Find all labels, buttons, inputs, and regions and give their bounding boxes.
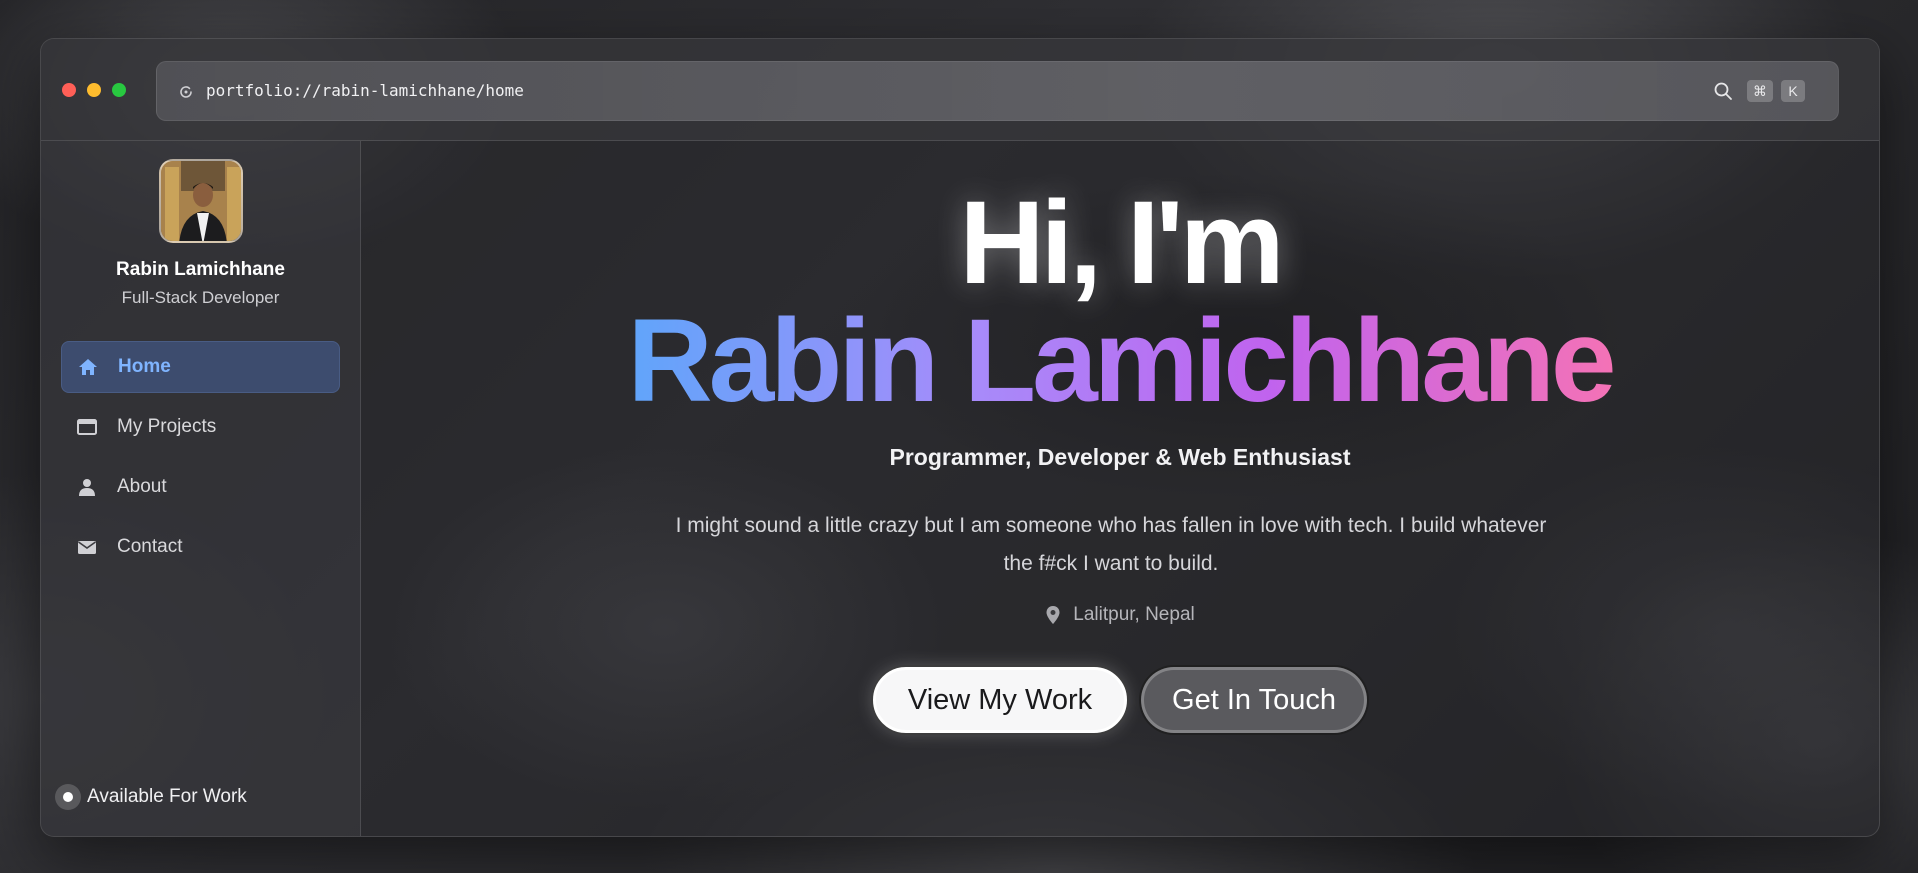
home-icon [78, 357, 98, 377]
close-window-button[interactable] [62, 83, 76, 97]
hero-tagline: Programmer, Developer & Web Enthusiast [889, 444, 1351, 470]
hero-actions: View My Work Get In Touch [361, 667, 1879, 733]
hero-description: I might sound a little crazy but I am so… [675, 514, 1547, 575]
avatar [159, 159, 243, 243]
sidebar-item-label: About [117, 476, 167, 497]
sidebar-item-label: Contact [117, 536, 183, 557]
refresh-icon[interactable] [178, 84, 194, 100]
search-shortcut[interactable]: ⌘ K [1713, 80, 1805, 102]
hero-greeting: Hi, I'm [959, 177, 1284, 309]
search-icon[interactable] [1713, 81, 1733, 101]
address-bar[interactable]: portfolio://rabin-lamichhane/home ⌘ K [156, 61, 1839, 121]
browser-window: portfolio://rabin-lamichhane/home ⌘ K Ra… [40, 38, 1880, 837]
map-pin-icon [1046, 606, 1060, 624]
profile-name: Rabin Lamichhane [116, 259, 285, 280]
mail-icon [77, 537, 97, 557]
location-text: Lalitpur, Nepal [1073, 604, 1195, 625]
maximize-window-button[interactable] [112, 83, 126, 97]
window-icon [77, 417, 97, 437]
profile-role: Full-Stack Developer [121, 288, 280, 307]
command-key: ⌘ [1747, 80, 1773, 102]
sidebar: Rabin Lamichhane Full-Stack Developer Ho… [41, 141, 361, 836]
hero-name-text: Rabin Lamichhane [627, 295, 1616, 427]
sidebar-item-contact[interactable]: Contact [61, 521, 340, 573]
sidebar-nav: Home My Projects About Contact [61, 341, 340, 581]
sidebar-item-about[interactable]: About [61, 461, 340, 513]
sidebar-item-label: My Projects [117, 416, 217, 437]
availability-status: Available For Work [55, 784, 247, 810]
avatar-photo [161, 161, 241, 241]
minimize-window-button[interactable] [87, 83, 101, 97]
status-dot-icon [55, 784, 81, 810]
location: Lalitpur, Nepal [361, 604, 1879, 626]
status-label: Available For Work [87, 786, 247, 807]
title-bar: portfolio://rabin-lamichhane/home ⌘ K [41, 39, 1879, 141]
hero-name: Rabin Lamichhane [361, 301, 1879, 421]
main-content: Hi, I'm Rabin Lamichhane Programmer, Dev… [361, 141, 1879, 836]
sidebar-item-label: Home [118, 356, 171, 377]
view-my-work-button[interactable]: View My Work [873, 667, 1127, 733]
sidebar-item-home[interactable]: Home [61, 341, 340, 393]
url-text[interactable]: portfolio://rabin-lamichhane/home [206, 81, 524, 100]
person-icon [77, 477, 97, 497]
k-key: K [1781, 80, 1805, 102]
window-controls [62, 83, 126, 97]
get-in-touch-button[interactable]: Get In Touch [1141, 667, 1367, 733]
sidebar-item-my-projects[interactable]: My Projects [61, 401, 340, 453]
